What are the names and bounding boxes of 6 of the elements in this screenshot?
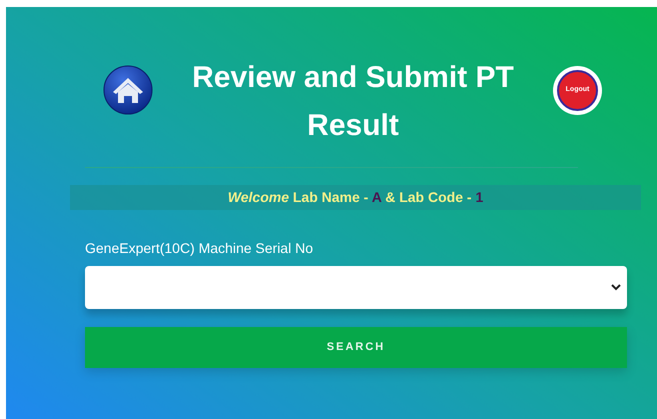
search-button[interactable]: SEARCH	[85, 327, 627, 368]
chevron-down-icon	[611, 284, 621, 291]
page-title: Review and Submit PT Result	[191, 60, 515, 144]
field-label: GeneExpert(10C) Machine Serial No	[85, 239, 314, 258]
welcome-text: Welcome Lab Name - A & Lab Code - 1	[228, 188, 484, 207]
home-icon[interactable]	[103, 65, 153, 115]
